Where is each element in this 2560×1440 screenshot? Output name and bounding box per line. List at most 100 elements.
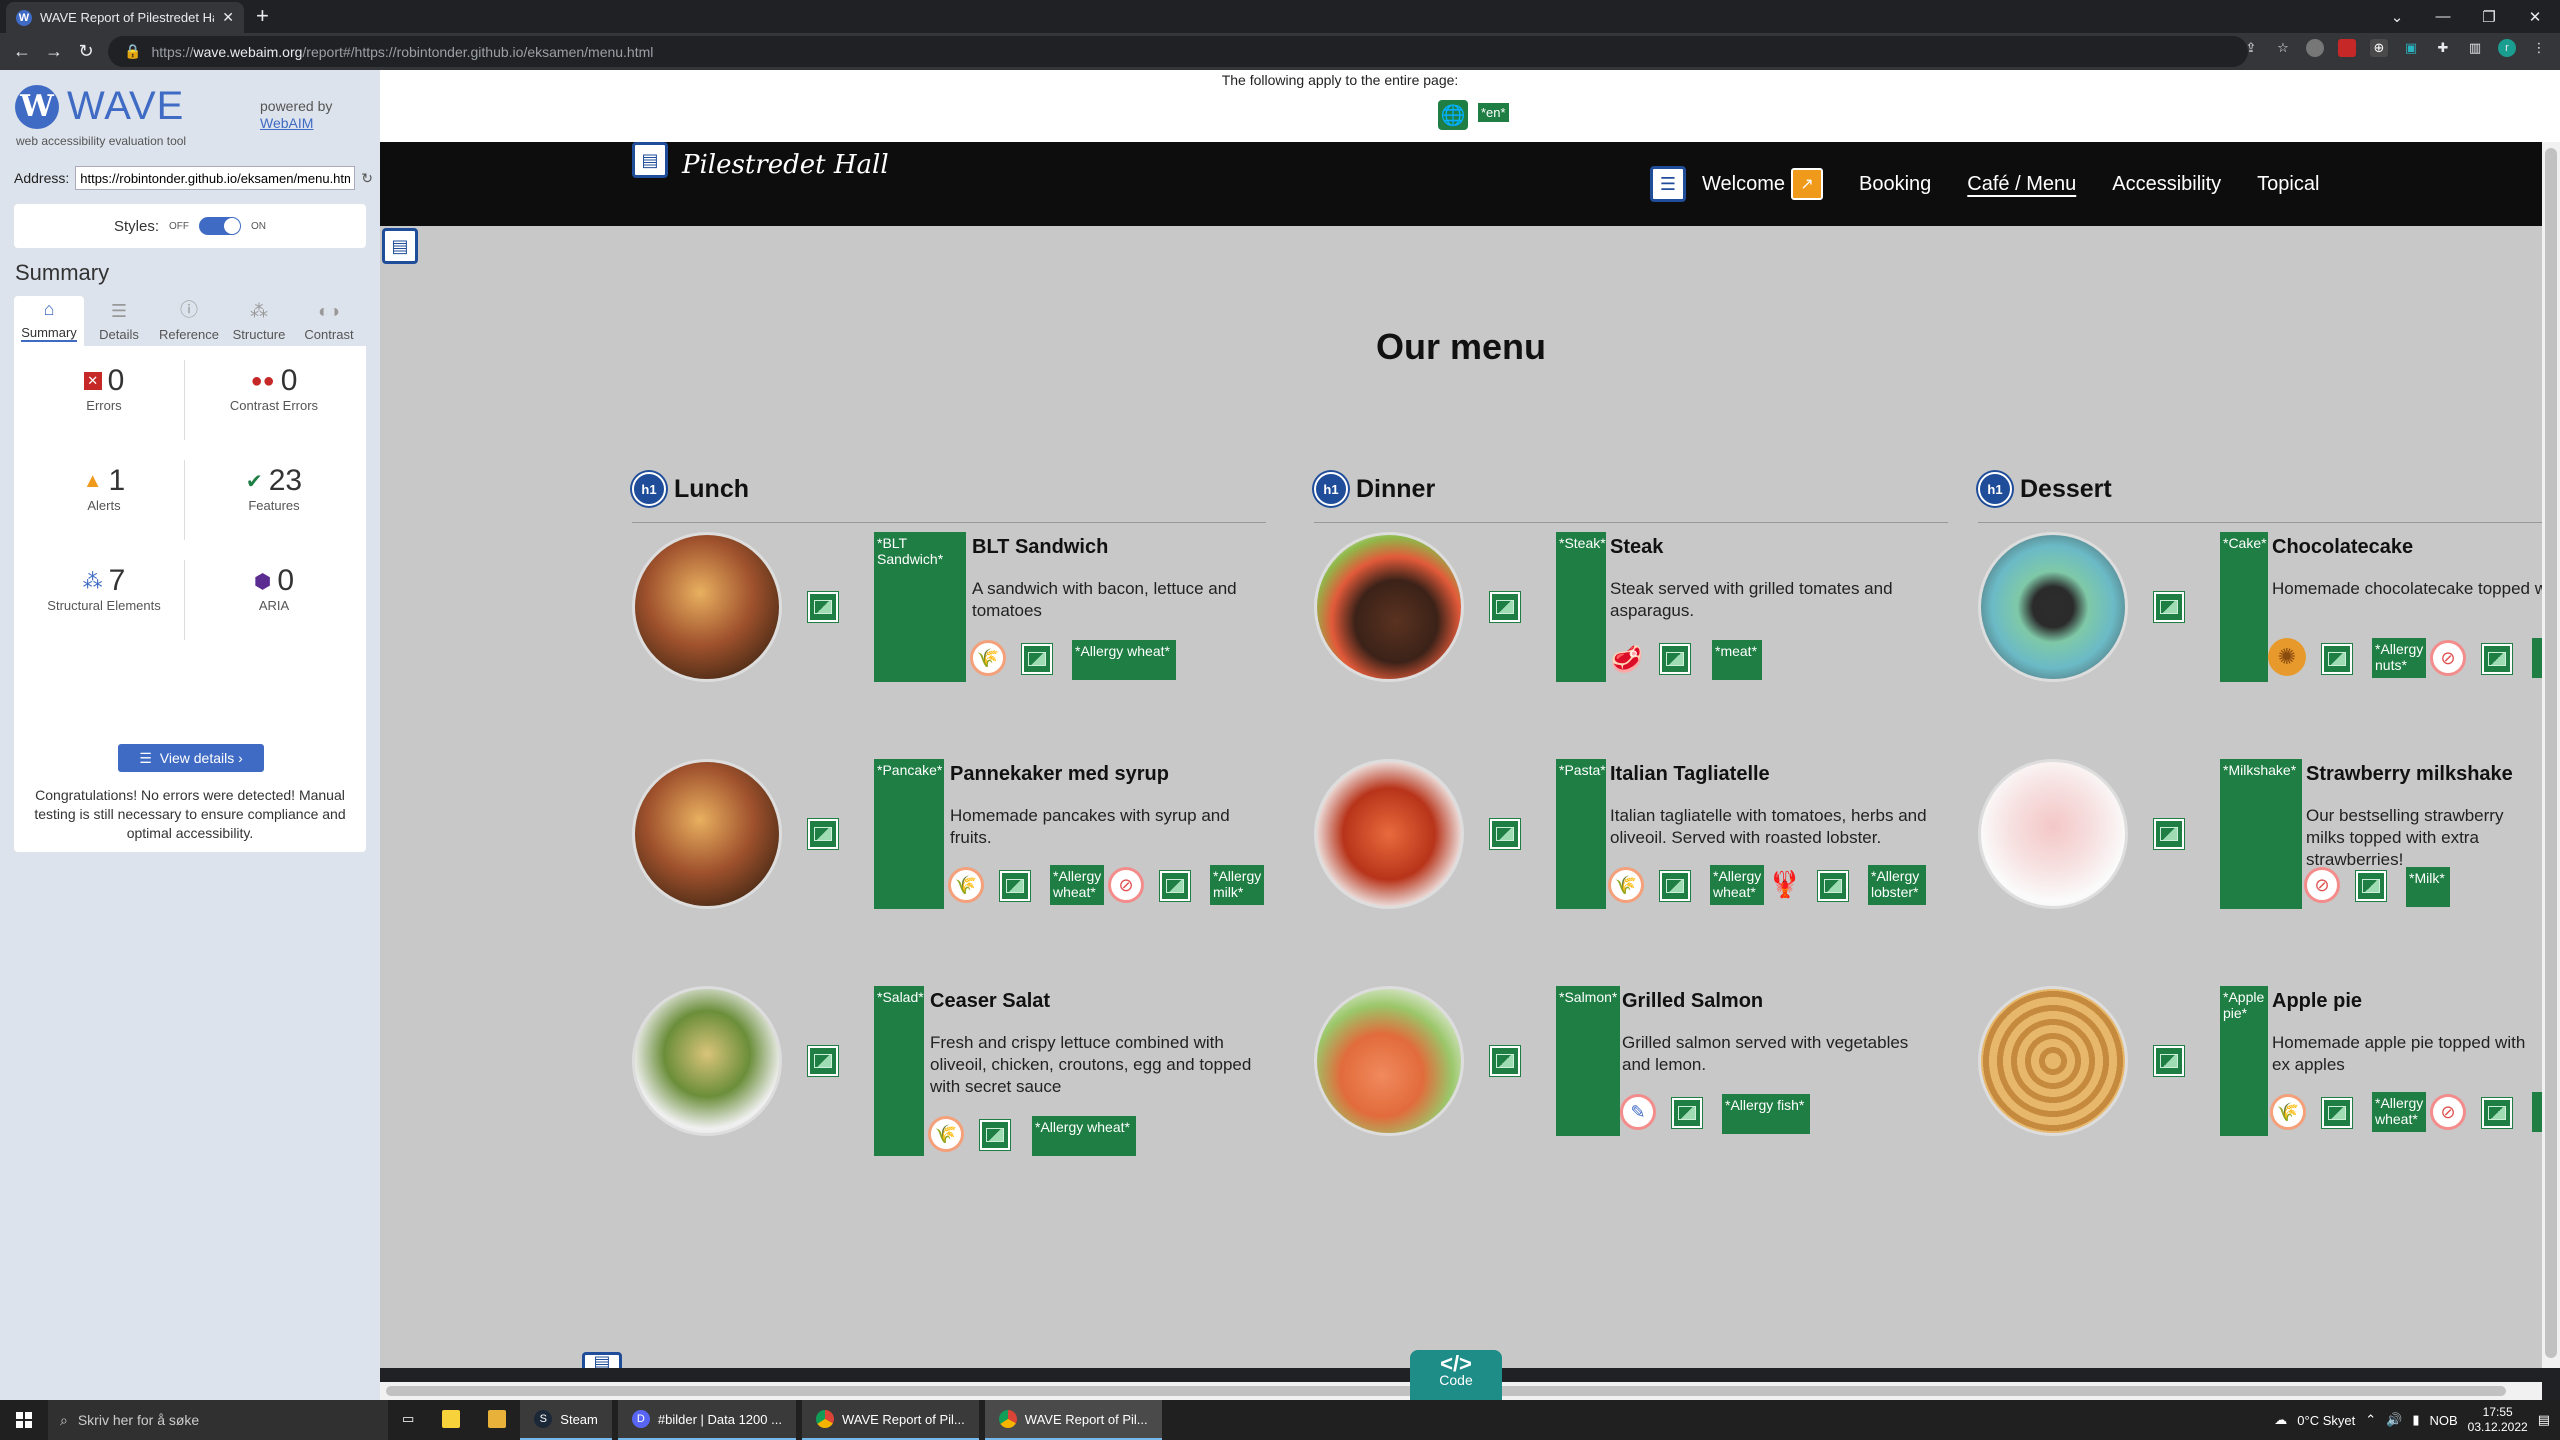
allergy-label: *Allergy wheat* — [1050, 865, 1104, 905]
item-description: Steak served with grilled tomates and as… — [1610, 579, 1893, 620]
wave-structure-icon[interactable]: ▤ — [632, 142, 668, 178]
structure-icon: ⁂ — [82, 570, 103, 593]
webaim-link[interactable]: WebAIM — [260, 115, 332, 132]
speaker-icon[interactable]: 🔊 — [2386, 1412, 2402, 1428]
extension-icon[interactable]: ⊕ — [2370, 39, 2388, 57]
tab-summary[interactable]: ⌂ Summary — [14, 296, 84, 346]
sticky-notes-app[interactable] — [428, 1400, 474, 1440]
wave-image-icon[interactable] — [1022, 644, 1052, 674]
wave-image-icon[interactable] — [1490, 819, 1520, 849]
clock[interactable]: 17:55 03.12.2022 — [2468, 1405, 2528, 1435]
close-window-button[interactable]: ✕ — [2512, 0, 2558, 33]
wave-image-icon[interactable] — [2322, 644, 2352, 674]
wave-alert-icon[interactable]: ↗ — [1791, 168, 1823, 200]
wave-footer-structure-icon[interactable]: ▤ — [582, 1352, 622, 1368]
close-tab-icon[interactable]: ✕ — [222, 9, 234, 26]
taskbar-app-steam[interactable]: S Steam — [520, 1400, 612, 1440]
puzzle-extensions-icon[interactable]: ✚ — [2434, 39, 2452, 57]
tab-search-icon[interactable]: ⌄ — [2374, 0, 2420, 33]
extension-icon[interactable] — [2338, 39, 2356, 57]
tab-details[interactable]: ☰ Details — [84, 296, 154, 346]
wave-image-icon[interactable] — [808, 1046, 838, 1076]
browser-tab[interactable]: W WAVE Report of Pilestredet Hall ✕ — [6, 2, 244, 33]
nav-welcome[interactable]: Welcome — [1702, 173, 1785, 196]
taskbar-search[interactable]: ⌕ Skriv her for å søke — [48, 1400, 388, 1440]
wave-h1-icon[interactable]: h1 — [632, 472, 666, 506]
tab-contrast[interactable]: ◐◑ Contrast — [294, 296, 364, 346]
task-view-button[interactable]: ▭ — [388, 1400, 428, 1440]
file-explorer-app[interactable] — [474, 1400, 520, 1440]
extension-icon[interactable] — [2306, 39, 2324, 57]
taskbar-app-chrome-active[interactable]: WAVE Report of Pil... — [984, 1400, 1162, 1440]
code-toggle-button[interactable]: </> Code — [1410, 1350, 1502, 1400]
menu-item: *Pasta* Italian Tagliatelle Italian tagl… — [1314, 759, 1954, 911]
wave-h1-icon[interactable]: h1 — [1314, 472, 1348, 506]
bookmark-star-icon[interactable]: ☆ — [2274, 39, 2292, 57]
aria-count: 0 — [277, 564, 295, 597]
restore-button[interactable]: ❐ — [2466, 0, 2512, 33]
wave-image-icon[interactable] — [1160, 871, 1190, 901]
wave-image-icon[interactable] — [1818, 871, 1848, 901]
profile-avatar-icon[interactable]: r — [2498, 39, 2516, 57]
nav-cafe-menu[interactable]: Café / Menu — [1967, 173, 2076, 196]
lang-indicator[interactable]: NOB — [2429, 1413, 2457, 1428]
taskbar-app-chrome[interactable]: WAVE Report of Pil... — [801, 1400, 979, 1440]
wave-image-icon[interactable] — [1660, 871, 1690, 901]
alt-text-label: *BLT Sandwich* — [874, 532, 966, 682]
site-brand[interactable]: ▤ Pilestredet Hall — [632, 142, 889, 180]
wave-h1-icon[interactable]: h1 — [1978, 472, 2012, 506]
view-details-button[interactable]: ☰ View details › — [118, 744, 264, 772]
wave-image-icon[interactable] — [2322, 1098, 2352, 1128]
network-icon[interactable]: ▮ — [2412, 1412, 2419, 1428]
wave-image-icon[interactable] — [808, 819, 838, 849]
refresh-icon[interactable]: ↻ — [361, 170, 373, 187]
wave-image-icon[interactable] — [808, 592, 838, 622]
taskbar-app-discord[interactable]: D #bilder | Data 1200 ... — [617, 1400, 796, 1440]
language-globe-icon[interactable]: 🌐 — [1438, 100, 1468, 130]
weather-text[interactable]: 0°C Skyet — [2297, 1413, 2355, 1428]
scrollbar-thumb[interactable] — [2545, 148, 2557, 1358]
side-panel-icon[interactable]: ▥ — [2466, 39, 2484, 57]
windows-logo-icon — [16, 1412, 32, 1428]
address-input[interactable] — [75, 166, 356, 190]
address-bar[interactable]: 🔒 https://wave.webaim.org/report#/https:… — [108, 36, 2248, 67]
wave-image-icon[interactable] — [2154, 819, 2184, 849]
wave-image-icon[interactable] — [2356, 871, 2386, 901]
app-label: WAVE Report of Pil... — [1024, 1411, 1148, 1427]
wave-image-icon[interactable] — [2482, 1098, 2512, 1128]
nav-booking[interactable]: Booking — [1859, 173, 1931, 196]
extension-icon[interactable]: ▣ — [2402, 39, 2420, 57]
tray-overflow-icon[interactable]: ⌃ — [2365, 1412, 2376, 1428]
wave-image-icon[interactable] — [2154, 1046, 2184, 1076]
wave-list-icon[interactable]: ☰ — [1650, 166, 1686, 202]
wave-image-icon[interactable] — [2154, 592, 2184, 622]
view-details-label: View details › — [159, 750, 243, 766]
allergy-label: *Allergy wheat* — [2372, 1092, 2426, 1132]
lobster-icon: 🦞 — [1768, 868, 1802, 899]
item-name: Strawberry milkshake — [2306, 763, 2513, 785]
back-button[interactable]: ← — [6, 36, 38, 68]
wave-image-icon[interactable] — [1490, 1046, 1520, 1076]
notifications-icon[interactable]: ▤ — [2538, 1412, 2550, 1428]
wave-image-icon[interactable] — [2482, 644, 2512, 674]
wave-image-icon[interactable] — [1672, 1098, 1702, 1128]
menu-kebab-icon[interactable]: ⋮ — [2530, 39, 2548, 57]
nav-accessibility[interactable]: Accessibility — [2112, 173, 2221, 196]
wave-image-icon[interactable] — [980, 1120, 1010, 1150]
wave-image-icon[interactable] — [1000, 871, 1030, 901]
new-tab-button[interactable]: + — [256, 4, 269, 28]
wave-image-icon[interactable] — [1660, 644, 1690, 674]
wave-main-structure-icon[interactable]: ▤ — [382, 228, 418, 264]
tab-structure[interactable]: ⁂ Structure — [224, 296, 294, 346]
wave-favicon-icon: W — [16, 9, 32, 26]
tab-reference[interactable]: ⓘ Reference — [154, 296, 224, 346]
nav-topical[interactable]: Topical — [2257, 173, 2319, 196]
share-icon[interactable]: ⇪ — [2242, 39, 2260, 57]
wave-image-icon[interactable] — [1490, 592, 1520, 622]
vertical-scrollbar[interactable] — [2542, 142, 2560, 1368]
minimize-button[interactable]: — — [2420, 0, 2466, 33]
forward-button[interactable]: → — [38, 36, 70, 68]
styles-toggle[interactable] — [199, 217, 241, 235]
reload-button[interactable]: ↻ — [70, 36, 102, 68]
start-button[interactable] — [0, 1400, 48, 1440]
